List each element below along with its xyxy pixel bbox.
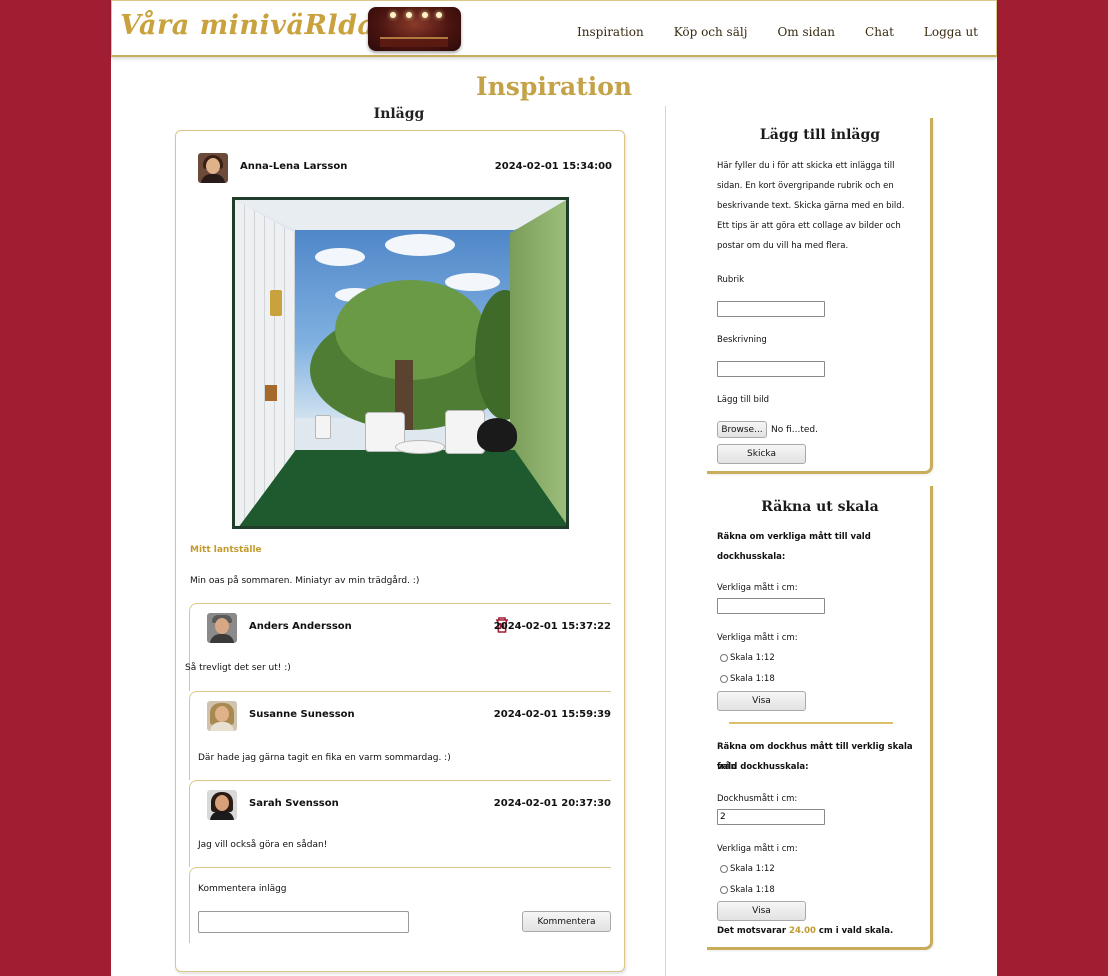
site-logo[interactable]: Våra miniväRldar [120, 10, 390, 41]
comment-author[interactable]: Susanne Sunesson [249, 709, 355, 720]
add-post-intro-line: postar om du vill ha med flera. [717, 241, 849, 251]
comment-text: Jag vill också göra en sådan! [198, 840, 328, 850]
nav-chat[interactable]: Chat [865, 25, 894, 39]
scale-title: Räkna ut skala [761, 499, 879, 515]
file-picker: Browse... No fi...ted. [717, 421, 818, 438]
add-post-intro-line: beskrivande text. Skicka gärna med en bi… [717, 201, 905, 211]
scale-panel: Räkna ut skala Räkna om verkliga mått ti… [707, 486, 933, 950]
comment: Anders Andersson 2024-02-01 15:37:22 Så … [185, 603, 611, 691]
comment-text: Så trevligt det ser ut! :) [185, 663, 291, 673]
nav-logout[interactable]: Logga ut [924, 25, 978, 39]
scale-1-12-radio[interactable]: Skala 1:12 [720, 653, 775, 663]
scale-result: Det motsvarar 24.00 cm i vald skala. [717, 926, 894, 936]
comment-form: Kommentera inlägg Kommentera [189, 867, 611, 943]
scale-1-12-radio-2[interactable]: Skala 1:12 [720, 864, 775, 874]
avatar [198, 153, 228, 183]
post-author[interactable]: Anna-Lena Larsson [240, 161, 347, 172]
scale-select-label-2: Verkliga mått i cm: [717, 844, 798, 854]
post-card: Anna-Lena Larsson 2024-02-01 15:34:00 Mi… [175, 130, 625, 972]
beskrivning-label: Beskrivning [717, 335, 767, 345]
column-divider [665, 106, 666, 976]
comment-date: 2024-02-01 20:37:30 [493, 798, 611, 809]
post-title: Mitt lantställe [190, 545, 262, 555]
logo-image [368, 7, 461, 51]
comment-date: 2024-02-01 15:59:39 [493, 709, 611, 720]
avatar [207, 701, 237, 731]
nav-about[interactable]: Om sidan [777, 25, 835, 39]
rubrik-label: Rubrik [717, 275, 745, 285]
scale-1-18-radio[interactable]: Skala 1:18 [720, 674, 775, 684]
page: Våra miniväRldar Inspiration Köp och säl… [111, 0, 997, 976]
site-header: Våra miniväRldar Inspiration Köp och säl… [111, 0, 997, 57]
scale-result-value: 24.00 [789, 926, 816, 936]
comment-input[interactable] [198, 911, 409, 933]
real-measure-input[interactable] [717, 598, 825, 614]
rubrik-input[interactable] [717, 301, 825, 317]
comment: Sarah Svensson 2024-02-01 20:37:30 Jag v… [189, 780, 611, 867]
beskrivning-input[interactable] [717, 361, 825, 377]
add-post-title: Lägg till inlägg [759, 127, 881, 143]
add-post-intro-line: Ett tips är att göra ett collage av bild… [717, 221, 901, 231]
image-label: Lägg till bild [717, 395, 770, 405]
post-text: Min oas på sommaren. Miniatyr av min trä… [190, 576, 420, 586]
submit-post-button[interactable]: Skicka [717, 444, 806, 464]
comment-text: Där hade jag gärna tagit en fika en varm… [198, 753, 451, 763]
post-date: 2024-02-01 15:34:00 [494, 161, 612, 172]
doll-measure-label: Dockhusmått i cm: [717, 794, 798, 804]
nav-inspiration[interactable]: Inspiration [577, 25, 644, 39]
main-nav: Inspiration Köp och sälj Om sidan Chat L… [577, 25, 978, 39]
add-post-panel: Lägg till inlägg Här fyller du i för att… [707, 118, 933, 474]
nav-buy-sell[interactable]: Köp och sälj [674, 25, 748, 39]
comment-button[interactable]: Kommentera [522, 911, 611, 932]
browse-button[interactable]: Browse... [717, 421, 767, 438]
comment-author[interactable]: Sarah Svensson [249, 798, 339, 809]
add-post-intro-line: sidan. En kort övergripande rubrik och e… [717, 181, 894, 191]
comment-form-label: Kommentera inlägg [198, 884, 287, 894]
comment-author[interactable]: Anders Andersson [249, 621, 352, 632]
real-measure-label: Verkliga mått i cm: [717, 583, 798, 593]
comment: Susanne Sunesson 2024-02-01 15:59:39 Där… [189, 691, 611, 780]
scale-heading-2b: vald dockhusskala: [717, 762, 809, 772]
show-button-2[interactable]: Visa [717, 901, 806, 921]
scale-1-18-radio-2[interactable]: Skala 1:18 [720, 885, 775, 895]
show-button[interactable]: Visa [717, 691, 806, 711]
scale-select-label: Verkliga mått i cm: [717, 633, 798, 643]
posts-section-title: Inlägg [373, 106, 425, 122]
avatar [207, 613, 237, 643]
post-image [232, 197, 569, 529]
page-title: Inspiration [475, 72, 633, 101]
scale-heading-1: Räkna om verkliga mått till vald [717, 532, 871, 542]
file-status: No fi...ted. [771, 424, 818, 435]
add-post-intro-line: Här fyller du i för att skicka ett inläg… [717, 161, 895, 171]
post-header: Anna-Lena Larsson 2024-02-01 15:34:00 [198, 153, 612, 183]
scale-divider [729, 722, 893, 724]
scale-heading-1b: dockhusskala: [717, 552, 786, 562]
comment-date: 2024-02-01 15:37:22 [493, 621, 611, 632]
doll-measure-input[interactable] [717, 809, 825, 825]
avatar [207, 790, 237, 820]
